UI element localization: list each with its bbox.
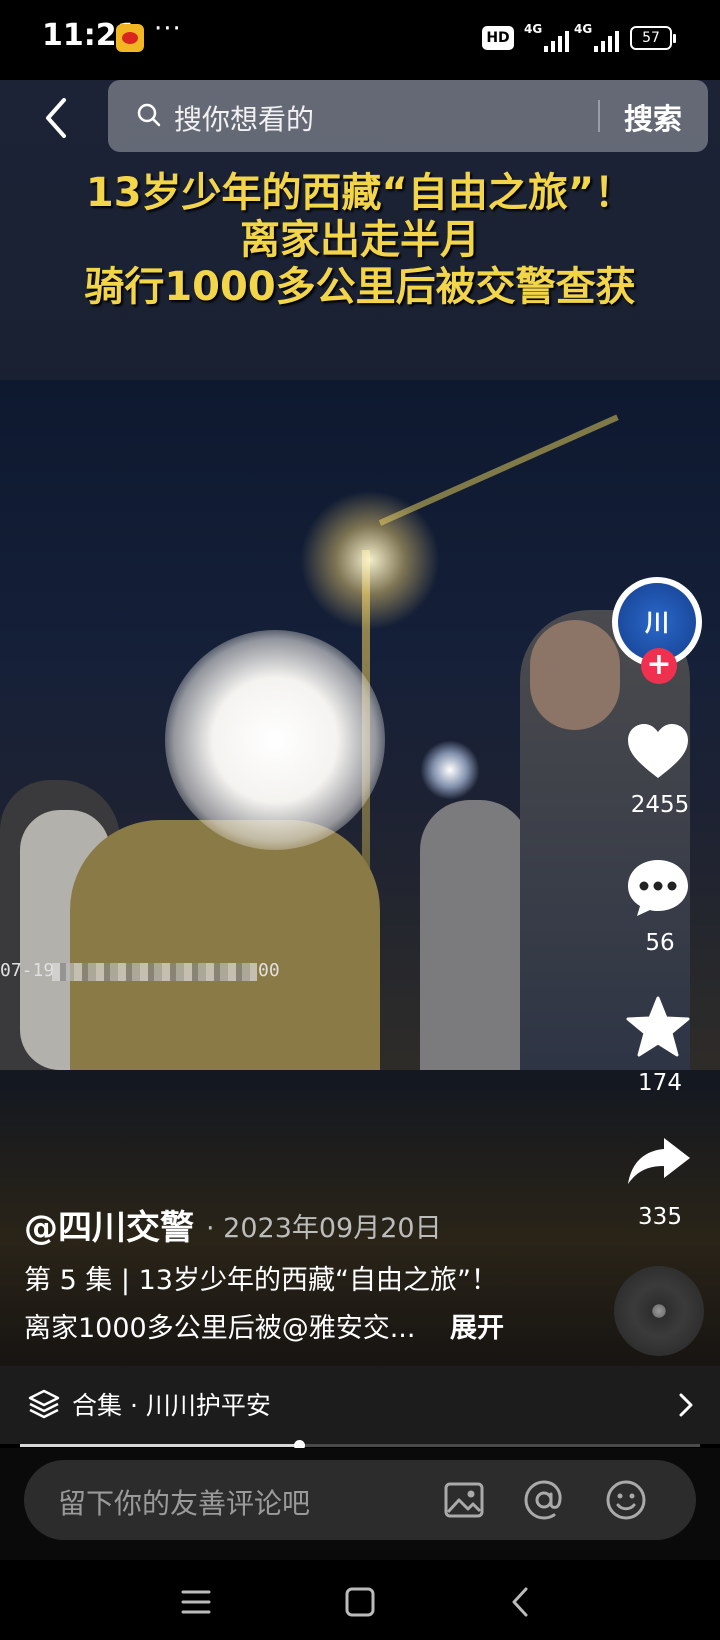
search-input[interactable]: 搜你想看的 — [174, 98, 314, 138]
expand-button[interactable]: 展开 — [450, 1306, 504, 1345]
progress-fill — [20, 1444, 299, 1447]
video-timestamp-prefix: 07-19 — [0, 960, 55, 981]
post-description-line2: 离家1000多公里后被@雅安交... — [24, 1313, 416, 1344]
status-more-indicator: ··· — [154, 14, 182, 44]
search-bar[interactable]: 搜你想看的 搜索 — [108, 80, 708, 152]
post-description-line1: 第 5 集 | 13岁少年的西藏“自由之旅”！ — [24, 1265, 498, 1296]
home-square-icon[interactable] — [344, 1586, 376, 1618]
comment-count: 56 — [645, 930, 675, 956]
comment-input[interactable]: 留下你的友善评论吧 — [24, 1460, 696, 1540]
image-icon[interactable] — [442, 1478, 486, 1522]
comment-button[interactable] — [626, 858, 690, 918]
collection-bar[interactable]: 合集 · 川川护平安 — [0, 1366, 720, 1444]
video-headline: 13岁少年的西藏“自由之旅”！ 离家出走半月 骑行1000多公里后被交警查获 — [0, 170, 720, 311]
favorite-button[interactable] — [626, 996, 690, 1058]
avatar-text: 川 — [645, 609, 669, 637]
author-name[interactable]: @四川交警 — [24, 1200, 194, 1249]
search-icon — [137, 103, 161, 127]
back-button[interactable] — [36, 92, 80, 144]
headline-line: 离家出走半月 — [240, 217, 480, 263]
comment-area: 留下你的友善评论吧 — [0, 1448, 720, 1560]
battery-icon: 57 — [630, 26, 676, 50]
street-lamp-glow — [300, 490, 440, 630]
post-date: · 2023年09月20日 — [206, 1213, 442, 1244]
system-navigation-bar — [0, 1560, 720, 1640]
layers-icon — [28, 1389, 60, 1419]
comment-placeholder: 留下你的友善评论吧 — [58, 1487, 311, 1520]
boy-figure — [70, 820, 380, 1070]
music-disc-icon[interactable] — [614, 1266, 704, 1356]
search-divider — [598, 100, 600, 132]
hd-voice-badge: HD — [482, 26, 514, 50]
video-progress-bar[interactable] — [20, 1440, 700, 1451]
follow-button[interactable]: + — [641, 648, 677, 684]
emoji-icon[interactable] — [604, 1478, 648, 1522]
collection-label: 合集 · 川川护平安 — [72, 1391, 271, 1420]
star-icon — [626, 996, 690, 1057]
officer-head — [530, 620, 620, 730]
menu-icon[interactable] — [180, 1588, 212, 1616]
timestamp-mosaic — [52, 963, 257, 981]
status-bar: 11:21 ··· HD 4G 4G 57 — [0, 0, 720, 80]
system-back-icon[interactable] — [508, 1586, 532, 1618]
blurred-face — [165, 630, 385, 850]
favorite-count: 174 — [638, 1070, 682, 1096]
share-button[interactable] — [626, 1136, 692, 1188]
crowd-person — [420, 800, 530, 1070]
mention-icon[interactable] — [522, 1478, 566, 1522]
weibo-icon — [116, 24, 144, 52]
sim1-network-label: 4G — [524, 22, 543, 36]
heart-icon — [628, 724, 688, 778]
share-count: 335 — [638, 1204, 682, 1230]
back-arrow-icon — [46, 98, 66, 138]
headline-line: 骑行1000多公里后被交警查获 — [84, 264, 636, 310]
headline-line: 13岁少年的西藏“自由之旅”！ — [85, 170, 635, 216]
search-button[interactable]: 搜索 — [624, 96, 682, 138]
sim2-network-label: 4G — [574, 22, 593, 36]
video-frame: 07-19 00 — [0, 380, 720, 1070]
chevron-right-icon — [679, 1393, 693, 1417]
share-arrow-icon — [628, 1138, 690, 1184]
video-timestamp-suffix: 00 — [258, 960, 280, 981]
like-count: 2455 — [630, 792, 690, 818]
like-button[interactable] — [626, 722, 690, 780]
background-light — [420, 740, 480, 800]
comment-bubble-icon — [628, 860, 688, 916]
